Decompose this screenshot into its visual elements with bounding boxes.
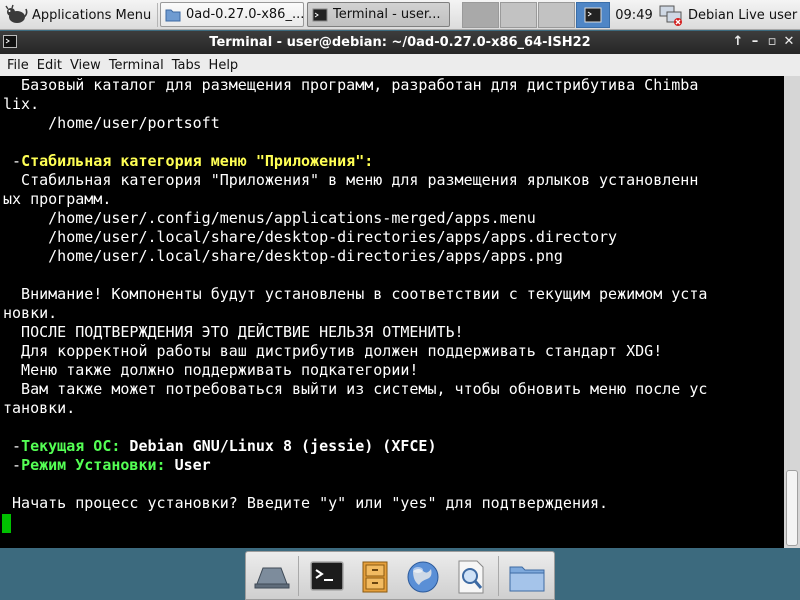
install-mode-value: User xyxy=(165,456,211,474)
terminal-output[interactable]: Базовый каталог для размещения программ,… xyxy=(0,76,784,548)
workspace-1[interactable] xyxy=(462,2,499,28)
terminal-icon xyxy=(312,8,328,21)
terminal-line: -Стабильная категория меню "Приложения": xyxy=(3,152,373,171)
os-label: Текущая ОС: xyxy=(21,437,121,455)
scrollbar-thumb[interactable] xyxy=(786,470,798,546)
dock-folder-launcher[interactable] xyxy=(507,558,547,596)
dock-terminal-launcher[interactable] xyxy=(307,558,347,596)
terminal-line: ПОСЛЕ ПОДТВЕРЖДЕНИЯ ЭТО ДЕЙСТВИЕ НЕЛЬЗЯ … xyxy=(3,323,464,341)
line-prefix: - xyxy=(3,152,22,170)
workspace-2[interactable] xyxy=(500,2,537,28)
terminal-line: -Режим Установки: User xyxy=(3,456,211,475)
maximize-button[interactable]: ▫ xyxy=(764,34,780,50)
network-disconnected-icon xyxy=(659,5,682,26)
user-label: Debian Live user xyxy=(688,7,798,23)
applications-menu-button[interactable]: Applications Menu xyxy=(0,0,156,30)
menu-terminal[interactable]: Terminal xyxy=(109,58,164,73)
terminal-line: ых программ. xyxy=(3,190,112,208)
terminal-line: /home/user/portsoft xyxy=(3,114,220,132)
line-prefix: - xyxy=(3,437,22,455)
taskbar-item-terminal[interactable]: Terminal - user... xyxy=(307,2,450,27)
top-panel: Applications Menu 0ad-0.27.0-x86_... Ter… xyxy=(0,0,800,30)
line-prefix: - xyxy=(3,456,22,474)
install-mode-label: Режим Установки: xyxy=(21,456,166,474)
minimize-button[interactable]: – xyxy=(747,34,763,50)
panel-separator xyxy=(157,3,158,27)
menu-edit[interactable]: Edit xyxy=(37,58,62,73)
terminal-line: Стабильная категория "Приложения" в меню… xyxy=(3,171,699,189)
terminal-line: Внимание! Компоненты будут установлены в… xyxy=(3,285,708,303)
close-button[interactable]: ✕ xyxy=(781,34,797,50)
terminal-line: тановки. xyxy=(3,399,76,417)
desktop-icon xyxy=(254,567,290,589)
window-title: Terminal - user@debian: ~/0ad-0.27.0-x86… xyxy=(209,35,591,50)
file-cabinet-icon xyxy=(362,561,388,593)
window-titlebar[interactable]: Terminal - user@debian: ~/0ad-0.27.0-x86… xyxy=(0,31,800,54)
terminal-line: Вам также может потребоваться выйти из с… xyxy=(3,380,708,398)
terminal-line: Меню также должно поддерживать подкатего… xyxy=(3,361,419,379)
menu-tabs[interactable]: Tabs xyxy=(172,58,201,73)
taskbar-item-label: Terminal - user... xyxy=(333,7,441,22)
menu-file[interactable]: File xyxy=(7,58,29,73)
dock-app-finder-launcher[interactable] xyxy=(451,558,491,596)
xfce-mouse-icon xyxy=(5,4,28,23)
terminal-line: /home/user/.local/share/desktop-director… xyxy=(3,247,563,265)
web-browser-icon xyxy=(407,561,439,593)
section-heading: Стабильная категория меню "Приложения": xyxy=(21,152,374,170)
vertical-scrollbar[interactable] xyxy=(784,76,800,548)
os-value: Debian GNU/Linux 8 (jessie) (XFCE) xyxy=(120,437,437,455)
terminal-line: /home/user/.config/menus/applications-me… xyxy=(3,209,536,227)
terminal-line: Базовый каталог для размещения программ,… xyxy=(3,76,699,94)
terminal-line: lix. xyxy=(3,95,40,113)
workspace-3[interactable] xyxy=(538,2,575,28)
menu-view[interactable]: View xyxy=(70,58,101,73)
terminal-cursor xyxy=(2,514,11,533)
user-menu[interactable]: Debian Live user xyxy=(656,0,800,30)
dock-separator xyxy=(298,556,299,596)
terminal-line: /home/user/.local/share/desktop-director… xyxy=(3,228,618,246)
terminal-line: -Текущая ОС: Debian GNU/Linux 8 (jessie)… xyxy=(3,437,436,456)
folder-icon xyxy=(509,566,545,592)
folder-icon xyxy=(165,9,181,21)
terminal-icon xyxy=(584,7,602,23)
terminal-line: Для корректной работы ваш дистрибутив до… xyxy=(3,342,663,360)
menu-help[interactable]: Help xyxy=(209,58,239,73)
taskbar-item-label: 0ad-0.27.0-x86_... xyxy=(186,7,304,22)
taskbar-item-file-manager[interactable]: 0ad-0.27.0-x86_... xyxy=(160,2,304,27)
terminal-line: новки. xyxy=(3,304,58,322)
dock-web-browser-launcher[interactable] xyxy=(403,558,443,596)
tray-terminal-button[interactable] xyxy=(576,2,610,28)
menu-bar: File Edit View Terminal Tabs Help xyxy=(0,54,800,76)
terminal-window: Terminal - user@debian: ~/0ad-0.27.0-x86… xyxy=(0,31,800,548)
clock[interactable]: 09:49 xyxy=(612,0,656,30)
app-finder-icon xyxy=(458,560,484,594)
show-desktop-button[interactable] xyxy=(252,558,292,596)
dock-file-manager-launcher[interactable] xyxy=(355,558,395,596)
window-menu-button[interactable]: ↑ xyxy=(730,34,746,50)
dock-panel xyxy=(245,551,555,600)
applications-menu-label: Applications Menu xyxy=(32,7,152,23)
dock-separator xyxy=(498,556,499,596)
terminal-icon xyxy=(310,561,344,591)
terminal-prompt-line: Начать процесс установки? Введите "y" ил… xyxy=(3,494,609,512)
